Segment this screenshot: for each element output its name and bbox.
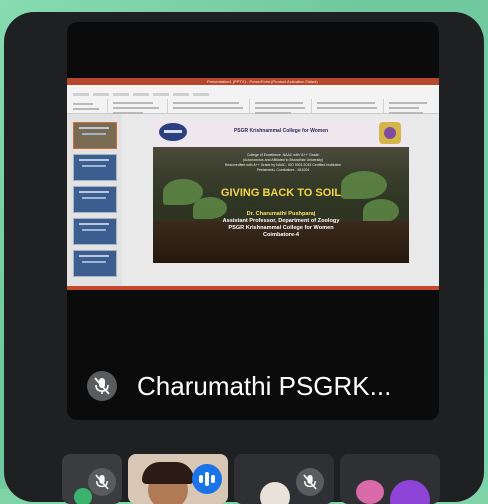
subtitle-line: Peelamedu, Coimbatore - 641004 [256,168,310,172]
ribbon-tab [113,93,129,96]
slide-thumbnail [73,186,117,213]
college-seal-icon [379,122,401,144]
participant-name: Charumathi PSGRK... [137,371,392,401]
ppt-ribbon [67,85,439,116]
participant-tile[interactable] [234,454,334,504]
participant-tile[interactable] [62,454,122,504]
ppt-window-title: Presentation1 (PPTX) - PowerPoint (Produ… [207,79,318,84]
ribbon-tab [193,93,209,96]
main-participant-tile[interactable]: Presentation1 (PPTX) - PowerPoint (Produ… [67,22,439,420]
presenter-name: Dr. Charumathi Pushparaj [246,211,316,217]
meeting-window: Presentation1 (PPTX) - PowerPoint (Produ… [4,12,484,504]
status-dot [74,488,92,504]
presenter-institution: PSGR Krishnammal College for Women [228,225,334,231]
mic-off-icon [296,468,324,496]
ppt-titlebar: Presentation1 (PPTX) - PowerPoint (Produ… [67,78,439,85]
ribbon-tab [93,93,109,96]
participant-tile[interactable] [340,454,440,504]
current-slide: PSGR Krishnammal College for Women Colle… [153,119,409,263]
slide-thumbnail [73,250,117,277]
ribbon-tab [133,93,149,96]
speaking-indicator-icon [192,464,222,494]
slide-thumbnail [73,218,117,245]
participant-label: Charumathi PSGRK... [87,371,432,401]
participant-tile[interactable] [128,454,228,504]
presenter-designation: Assistant Professor, Department of Zoolo… [222,218,340,224]
shared-screen: Presentation1 (PPTX) - PowerPoint (Produ… [67,78,439,290]
ribbon-tab [153,93,169,96]
participant-hair [142,462,194,484]
college-name: PSGR Krishnammal College for Women [233,128,329,134]
slide-canvas: PSGR Krishnammal College for Women Colle… [123,114,439,286]
ribbon-tab [173,93,189,96]
presenter-city: Coimbatore-4 [262,232,300,238]
slide-thumbnail [73,154,117,181]
slide-presenter-info: Dr. Charumathi Pushparaj Assistant Profe… [193,211,369,239]
mic-off-icon [87,371,117,401]
ribbon-tab [73,93,89,96]
slide-header-banner: PSGR Krishnammal College for Women [153,119,409,147]
slide-title: GIVING BACK TO SOIL [220,187,342,199]
slide-thumbnail-pane [67,114,122,286]
participant-video [260,482,290,504]
avatar [390,480,430,504]
ppt-status-bar [67,286,439,290]
flower-avatar-icon [356,480,384,504]
mic-off-icon [88,468,116,496]
slide-subtitle: College of Excellence, NAAC with 'A++' G… [208,153,358,173]
slide-thumbnail [73,122,117,149]
